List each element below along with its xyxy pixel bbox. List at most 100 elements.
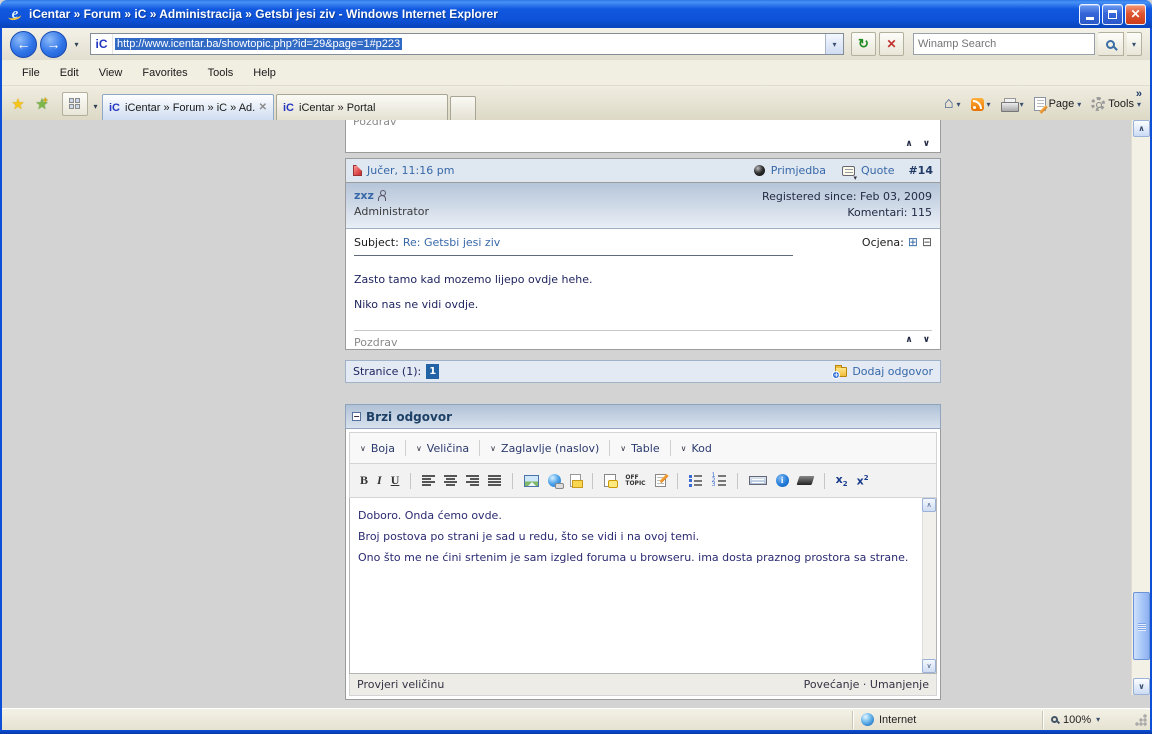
menu-tools[interactable]: Tools: [198, 64, 244, 82]
search-dropdown-button[interactable]: ▾: [1127, 32, 1142, 56]
textarea-scrollbar[interactable]: ∧ ∨: [922, 498, 936, 673]
insert-quote-button[interactable]: [604, 474, 616, 487]
address-bar[interactable]: iC http://www.icentar.ba/showtopic.php?i…: [90, 33, 844, 55]
search-input[interactable]: [914, 38, 1094, 50]
scrollbar-down-button[interactable]: ∨: [1133, 678, 1150, 695]
scroll-down-icon[interactable]: ∨: [923, 139, 930, 149]
page-menu-button[interactable]: Page▾: [1029, 92, 1087, 116]
menu-help[interactable]: Help: [243, 64, 286, 82]
page-icon: [1034, 97, 1046, 111]
rate-down-icon[interactable]: ⊟: [922, 235, 932, 249]
url-text[interactable]: http://www.icentar.ba/showtopic.php?id=2…: [113, 38, 825, 50]
scrollbar-thumb[interactable]: [1133, 592, 1150, 660]
numbered-list-button[interactable]: [712, 475, 726, 487]
quick-reply-header[interactable]: − Brzi odgovor: [345, 404, 941, 429]
search-box[interactable]: [913, 33, 1095, 55]
add-favorite-button[interactable]: ★+: [30, 92, 54, 116]
zoom-pane[interactable]: 100% ▾: [1043, 711, 1135, 729]
post-date-link[interactable]: Jučer, 11:16 pm: [367, 164, 454, 177]
tab-close-icon[interactable]: ✕: [259, 102, 267, 113]
close-button[interactable]: ✕: [1125, 4, 1146, 25]
table-dropdown[interactable]: ∨Table: [610, 442, 669, 455]
resize-links[interactable]: Povećanje · Umanjenje: [804, 678, 929, 691]
dropdown-label: Veličina: [427, 442, 469, 455]
new-tab-stub[interactable]: [450, 96, 476, 120]
subscript-button[interactable]: x2: [836, 473, 848, 488]
color-dropdown[interactable]: ∨Boja: [358, 442, 405, 455]
rate-up-icon[interactable]: ⊞: [908, 235, 918, 249]
bold-button[interactable]: B: [360, 473, 368, 488]
favorites-center-button[interactable]: ★: [6, 92, 30, 116]
check-size-link[interactable]: Provjeri veličinu: [357, 678, 444, 691]
feeds-button[interactable]: ▾: [966, 92, 996, 116]
add-reply-link[interactable]: Dodaj odgovor: [852, 365, 933, 378]
pagination-bar: Stranice (1): 1 + Dodaj odgovor: [345, 360, 941, 383]
reply-text-line: Broj postova po strani je sad u redu, št…: [358, 526, 912, 547]
code-dropdown[interactable]: ∨Kod: [671, 442, 722, 455]
page-scrollbar[interactable]: ∧ ∨: [1131, 120, 1150, 695]
heading-dropdown[interactable]: ∨Zaglavlje (naslov): [480, 442, 609, 455]
scroll-up-icon[interactable]: ∧: [905, 335, 912, 345]
reply-textarea[interactable]: Doboro. Onda ćemo ovde. Broj postova po …: [349, 498, 937, 674]
back-button[interactable]: ←: [10, 31, 37, 58]
subject-link[interactable]: Re: Getsbi jesi ziv: [403, 236, 500, 249]
print-button[interactable]: ▾: [996, 92, 1029, 116]
menu-file[interactable]: File: [12, 64, 50, 82]
home-button[interactable]: ⌂▾: [939, 92, 966, 116]
stop-button[interactable]: ✕: [879, 32, 904, 56]
bullet-list-button[interactable]: [689, 475, 703, 487]
horizontal-rule-button[interactable]: [749, 476, 767, 485]
menu-edit[interactable]: Edit: [50, 64, 89, 82]
align-center-button[interactable]: [444, 475, 457, 486]
current-page-badge[interactable]: 1: [426, 364, 439, 379]
refresh-button[interactable]: ↻: [851, 32, 876, 56]
chevron-down-icon: ▾: [1132, 40, 1136, 49]
window-border: [0, 730, 1152, 734]
quick-tabs-button[interactable]: [62, 92, 88, 116]
chevron-down-icon: ▾: [1137, 100, 1141, 109]
scrollbar-grip: [1138, 623, 1146, 631]
author-link[interactable]: zxz: [354, 189, 374, 202]
tab-list-dropdown-button[interactable]: ▾: [89, 96, 102, 116]
edit-button[interactable]: [655, 474, 666, 487]
size-dropdown[interactable]: ∨Veličina: [406, 442, 479, 455]
scroll-up-icon[interactable]: ∧: [905, 139, 912, 149]
tab-favicon: iC: [109, 102, 120, 114]
align-right-button[interactable]: [466, 475, 479, 486]
italic-button[interactable]: I: [377, 473, 382, 488]
menu-view[interactable]: View: [89, 64, 133, 82]
resize-grip[interactable]: [1135, 713, 1148, 726]
address-dropdown-button[interactable]: ▾: [825, 34, 843, 54]
toolbar-overflow-chevron[interactable]: »: [1136, 88, 1142, 100]
scroll-up-button[interactable]: ∧: [922, 498, 936, 512]
plus-icon: +: [832, 371, 840, 379]
report-link[interactable]: Primjedba: [771, 164, 826, 177]
chevron-down-icon: ▾: [987, 100, 991, 109]
offtopic-button[interactable]: OFFTOPIC: [625, 475, 645, 487]
maximize-button[interactable]: [1102, 4, 1123, 25]
superscript-button[interactable]: x2: [857, 474, 869, 488]
insert-image-button[interactable]: [524, 475, 539, 487]
info-button[interactable]: i: [776, 474, 789, 487]
insert-link-button[interactable]: [548, 474, 561, 487]
underline-button[interactable]: U: [391, 473, 400, 488]
insert-email-button[interactable]: [570, 474, 581, 487]
align-justify-button[interactable]: [488, 475, 501, 486]
collapse-icon[interactable]: −: [352, 412, 361, 421]
scrollbar-up-button[interactable]: ∧: [1133, 120, 1150, 137]
stop-icon: ✕: [886, 37, 896, 51]
menu-favorites[interactable]: Favorites: [132, 64, 197, 82]
minimize-button[interactable]: [1079, 4, 1100, 25]
user-profile-icon[interactable]: [378, 190, 386, 200]
quote-link[interactable]: Quote: [861, 164, 894, 177]
align-left-button[interactable]: [422, 475, 435, 486]
tab-forum-topic[interactable]: iC iCentar » Forum » iC » Ad... ✕: [102, 94, 274, 120]
scroll-down-icon[interactable]: ∨: [923, 335, 930, 345]
scroll-down-button[interactable]: ∨: [922, 659, 936, 673]
search-go-button[interactable]: [1098, 32, 1124, 56]
history-dropdown-button[interactable]: ▾: [70, 34, 83, 54]
tab-portal[interactable]: iC iCentar » Portal: [276, 94, 448, 120]
status-bar: Internet 100% ▾: [2, 708, 1150, 730]
forward-button[interactable]: →: [40, 31, 67, 58]
clear-formatting-button[interactable]: [796, 476, 814, 485]
